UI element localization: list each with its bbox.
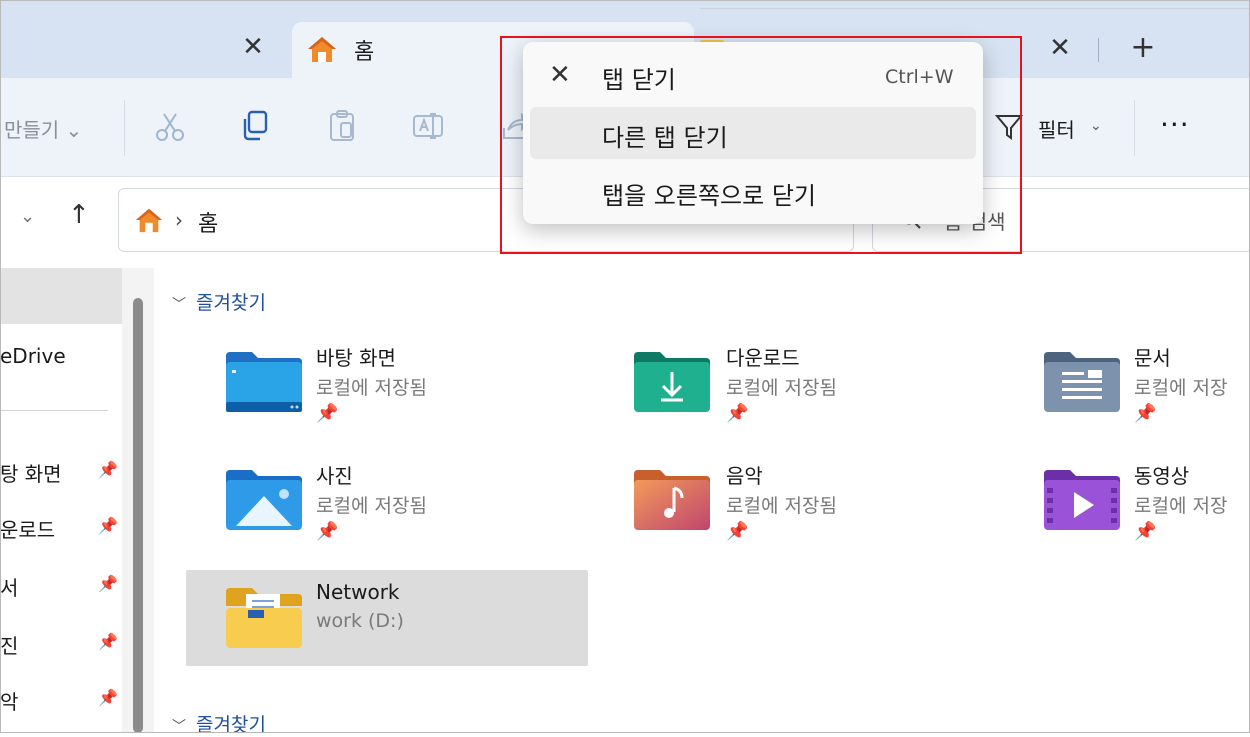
chevron-down-icon[interactable]: ﹀ (172, 297, 186, 313)
breadcrumb-home[interactable]: 홈 (198, 206, 218, 238)
pin-icon: 📌 (98, 460, 118, 479)
sidebar-item-desktop[interactable]: 탕 화면 (0, 458, 62, 487)
folder-status: 로컬에 저장 (1134, 495, 1228, 517)
folder-status: 로컬에 저장됨 (726, 377, 837, 399)
tab-divider (1098, 38, 1099, 62)
pin-icon: 📌 (98, 688, 118, 707)
filter-button[interactable]: 필터 (1038, 114, 1075, 143)
home-icon (306, 34, 338, 68)
sidebar-item-onedrive[interactable]: eDrive (0, 344, 66, 368)
pin-icon: 📌 (98, 574, 118, 593)
folder-name[interactable]: 문서 (1134, 342, 1171, 371)
pictures-folder-icon (226, 468, 302, 534)
recent-locations-icon[interactable]: ⌄ (20, 206, 35, 227)
tab-title: 홈 (354, 40, 375, 65)
tab-close-icon[interactable]: ✕ (1046, 33, 1074, 63)
home-icon (134, 206, 164, 238)
music-folder-icon (634, 468, 710, 534)
network-folder-icon (226, 586, 302, 652)
up-arrow-icon[interactable]: ↑ (68, 200, 90, 230)
folder-status: 로컬에 저장 (1134, 377, 1228, 399)
sidebar-item-downloads[interactable]: 운로드 (0, 514, 55, 543)
pin-icon: 📌 (98, 632, 118, 651)
pin-icon: 📌 (98, 516, 118, 535)
pin-icon: 📌 (726, 403, 749, 424)
paste-icon[interactable] (324, 108, 360, 144)
highlight-annotation-box (500, 36, 1022, 254)
copy-icon[interactable] (238, 108, 274, 144)
folder-status: 로컬에 저장됨 (316, 495, 427, 517)
new-button[interactable]: 만들기 ⌄ (4, 114, 82, 143)
documents-folder-icon (1044, 350, 1120, 416)
folder-location: work (D:) (316, 610, 404, 632)
folder-name[interactable]: Network (316, 580, 400, 604)
rename-icon[interactable] (410, 108, 446, 144)
pin-icon: 📌 (1134, 521, 1157, 542)
sidebar-item-pictures[interactable]: 진 (0, 630, 18, 659)
pin-icon: 📌 (316, 403, 339, 424)
more-options-button[interactable]: ··· (1160, 108, 1190, 141)
folder-name[interactable]: 동영상 (1134, 460, 1189, 489)
breadcrumb-chevron[interactable]: › (175, 208, 183, 232)
toolbar-divider (1134, 100, 1135, 156)
sidebar-item-music[interactable]: 악 (0, 686, 18, 715)
folder-name[interactable]: 다운로드 (726, 342, 800, 371)
scrollbar-thumb[interactable] (133, 298, 143, 733)
folder-name[interactable]: 음악 (726, 460, 763, 489)
cut-icon[interactable] (152, 108, 188, 144)
chevron-down-icon[interactable]: ⌄ (1090, 118, 1102, 134)
new-tab-button[interactable]: + (1128, 30, 1158, 65)
sidebar-divider (0, 410, 108, 411)
window-top-frame (700, 0, 1250, 9)
folder-name[interactable]: 바탕 화면 (316, 342, 396, 371)
sidebar-item-home[interactable] (0, 268, 122, 324)
pin-icon: 📌 (316, 521, 339, 542)
tab-close-icon[interactable]: ✕ (238, 32, 268, 62)
folder-name[interactable]: 사진 (316, 460, 353, 489)
toolbar-divider (124, 100, 125, 156)
folder-status: 로컬에 저장됨 (316, 377, 427, 399)
sidebar-item-documents[interactable]: 서 (0, 572, 18, 601)
pin-icon: 📌 (1134, 403, 1157, 424)
downloads-folder-icon (634, 350, 710, 416)
section-header-favorites[interactable]: ﹀ 즐겨찾기 (172, 288, 266, 315)
pin-icon: 📌 (726, 521, 749, 542)
desktop-folder-icon (226, 350, 302, 416)
videos-folder-icon (1044, 468, 1120, 534)
folder-status: 로컬에 저장됨 (726, 495, 837, 517)
